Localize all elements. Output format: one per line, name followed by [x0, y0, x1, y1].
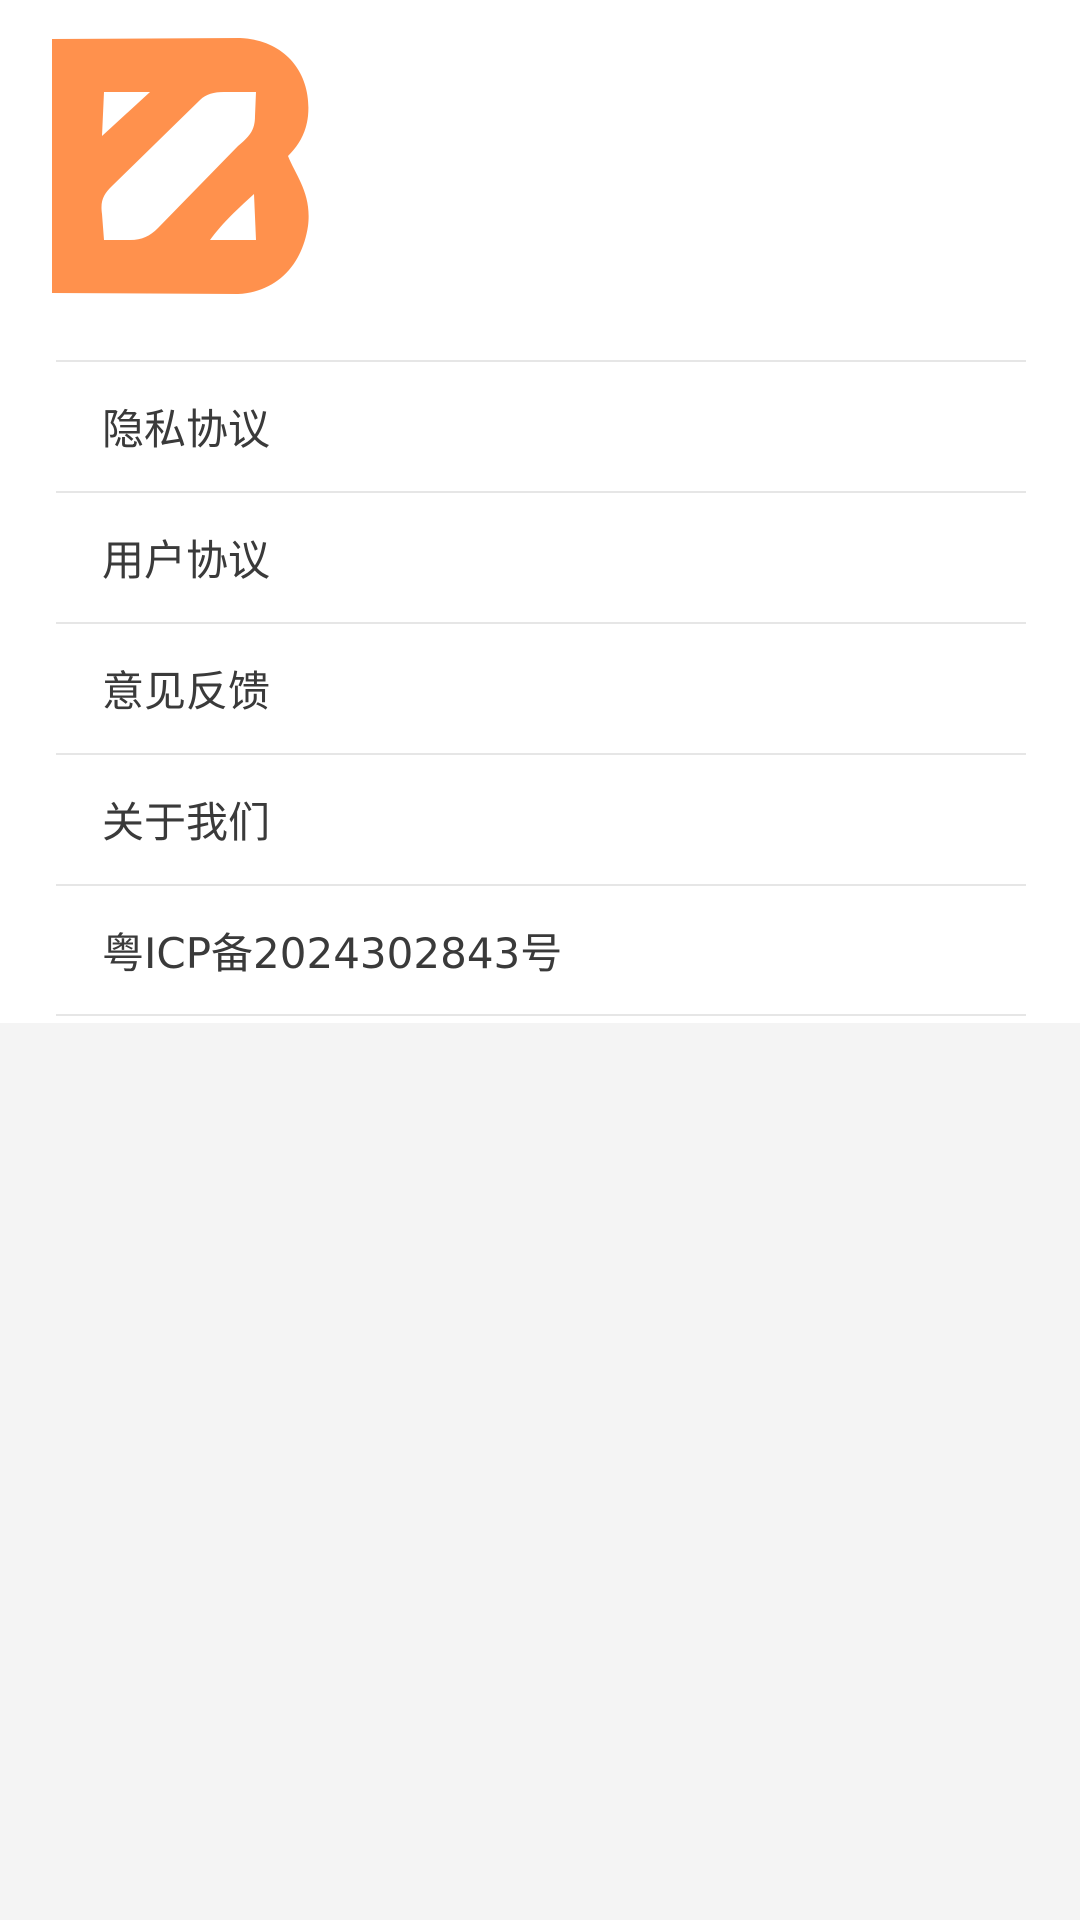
- b-logo-graphic: [52, 38, 309, 294]
- b-logo-icon: [50, 36, 312, 298]
- menu-item-label: 用户协议: [102, 536, 271, 585]
- settings-menu: 隐私协议 用户协议 意见反馈 关于我们 粤ICP备2024302843号: [56, 360, 1026, 1016]
- menu-item-label: 意见反馈: [102, 667, 271, 716]
- menu-item-user-agreement[interactable]: 用户协议: [56, 493, 1026, 624]
- menu-item-about-us[interactable]: 关于我们: [56, 755, 1026, 886]
- menu-item-icp-record[interactable]: 粤ICP备2024302843号: [56, 886, 1026, 1016]
- menu-item-label: 关于我们: [102, 798, 271, 847]
- menu-item-label: 粤ICP备2024302843号: [102, 928, 563, 978]
- menu-item-label: 隐私协议: [102, 405, 271, 454]
- settings-page: 隐私协议 用户协议 意见反馈 关于我们 粤ICP备2024302843号: [0, 0, 1080, 1920]
- settings-card: 隐私协议 用户协议 意见反馈 关于我们 粤ICP备2024302843号: [0, 0, 1080, 1023]
- menu-item-privacy-policy[interactable]: 隐私协议: [56, 362, 1026, 493]
- menu-item-feedback[interactable]: 意见反馈: [56, 624, 1026, 755]
